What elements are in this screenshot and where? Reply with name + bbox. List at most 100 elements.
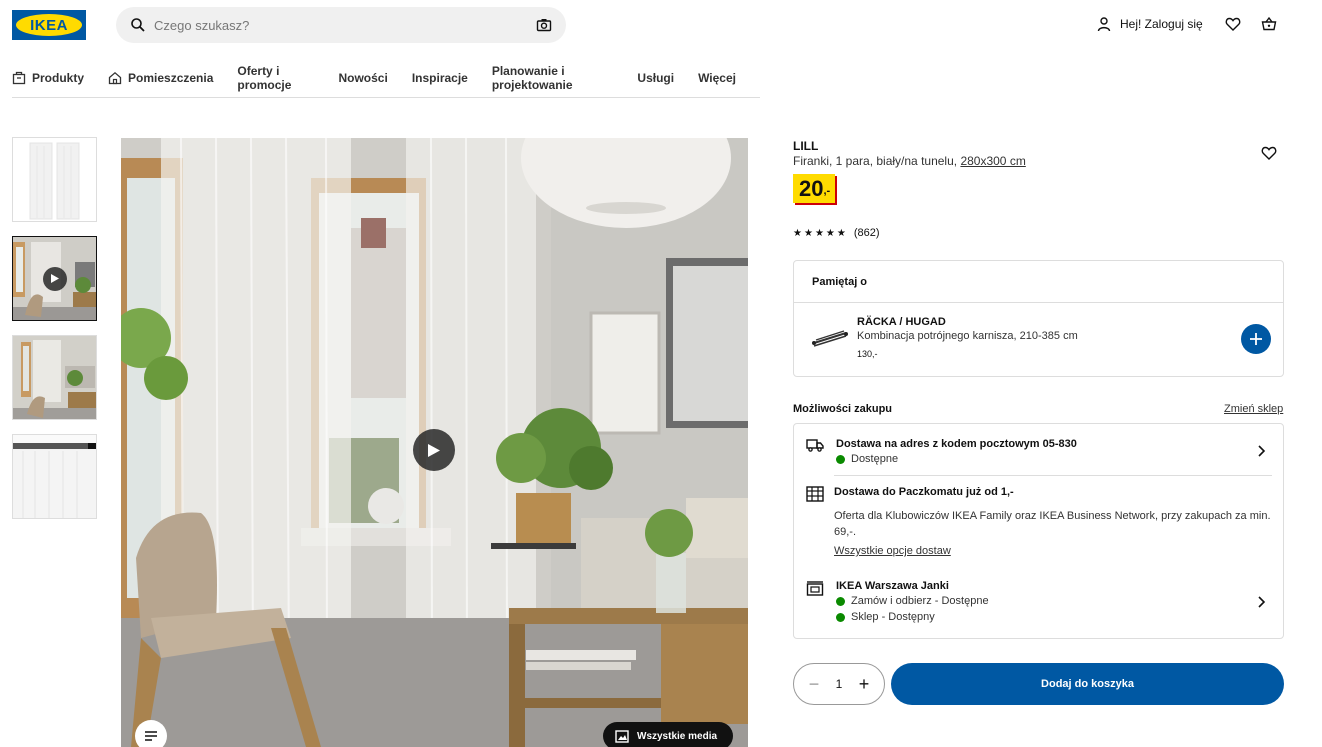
parcel-locker-icon [806, 486, 824, 502]
store-stock-status: Sklep - Dostępny [836, 611, 935, 623]
search-input[interactable] [154, 17, 536, 33]
cart-icon[interactable] [1261, 16, 1277, 32]
favourite-heart-icon[interactable] [1261, 145, 1277, 161]
nav-label: Usługi [637, 70, 675, 85]
quantity-stepper: − 1 + [793, 663, 885, 705]
price-decimal: ,- [823, 185, 831, 197]
main-nav: Produkty Pomieszczenia Oferty i promocje… [12, 64, 760, 100]
star-icon: ★ [803, 227, 813, 239]
add-recommended-button[interactable] [1241, 324, 1271, 354]
nav-item-wiecej[interactable]: Więcej [698, 71, 736, 93]
recommended-item-price: 130,- [857, 349, 878, 359]
room-thumbnail-image-2 [13, 336, 96, 419]
rating[interactable]: ★ ★ ★ ★ ★ (862) [793, 227, 880, 239]
play-icon [428, 443, 440, 457]
increase-quantity-button[interactable]: + [856, 674, 872, 695]
nav-label: Pomieszczenia [128, 70, 214, 85]
star-icon: ★ [793, 227, 802, 239]
decrease-quantity-button[interactable]: − [806, 674, 822, 695]
user-icon [1097, 17, 1111, 32]
nav-label: Więcej [698, 70, 736, 85]
heart-icon[interactable] [1225, 16, 1241, 32]
recommended-item-desc: Kombinacja potrójnego karnisza, 210-385 … [857, 330, 1078, 342]
thumbnail-detail[interactable] [12, 434, 97, 519]
truck-icon [806, 439, 824, 452]
nav-label: Inspiracje [411, 70, 468, 85]
logo-text: IKEA [30, 16, 68, 34]
parcel-locker-label: Dostawa do Paczkomatu już od 1,- [834, 486, 1014, 498]
play-icon-small [42, 266, 67, 291]
thumbnail-list [12, 137, 98, 533]
rating-count: (862) [853, 227, 880, 239]
nav-label: Produkty [32, 70, 85, 85]
divider [834, 475, 1272, 476]
thumbnail-room[interactable] [12, 335, 97, 420]
quantity-value[interactable]: 1 [836, 677, 843, 691]
available-dot [836, 454, 845, 464]
recommended-item-name[interactable]: RÄCKA / HUGAD [857, 316, 946, 328]
search-icon [131, 18, 145, 32]
nav-label: Nowości [338, 70, 388, 85]
parcel-locker-text: Oferta dla Klubowiczów IKEA Family oraz … [834, 510, 1271, 538]
nav-item-planowanie[interactable]: Planowanie i projektowanie [492, 64, 614, 100]
add-to-cart-label: Dodaj do koszyka [1041, 678, 1134, 690]
account-label: Hej! Zaloguj się [1120, 17, 1203, 31]
all-media-label: Wszystkie media [637, 730, 718, 742]
store-stock-status-text: Sklep - Dostępny [851, 611, 935, 623]
account-link[interactable]: Hej! Zaloguj się [1096, 16, 1203, 32]
product-desc-text: Firanki, 1 para, biały/na tunelu, [793, 154, 958, 168]
all-delivery-options-link[interactable]: Wszystkie opcje dostaw [834, 545, 951, 557]
product-description: Firanki, 1 para, biały/na tunelu, 280x30… [793, 154, 1026, 168]
plus-icon [1250, 333, 1262, 345]
click-collect-status-text: Zamów i odbierz - Dostępne [851, 595, 989, 607]
home-delivery-status-text: Dostępne [851, 453, 899, 465]
add-to-cart-button[interactable]: Dodaj do koszyka [891, 663, 1284, 705]
remember-title: Pamiętaj o [794, 261, 1283, 303]
box-icon [12, 71, 26, 84]
price-tag: 20 ,- [793, 174, 836, 203]
nav-label: Oferty i promocje [237, 63, 292, 92]
price-integer: 20 [799, 176, 824, 201]
chevron-right-icon[interactable] [1257, 596, 1267, 608]
purchase-options-title: Możliwości zakupu [793, 403, 893, 415]
home-delivery-status: Dostępne [836, 453, 898, 465]
curtain-rod-image[interactable] [812, 327, 848, 349]
click-collect-status: Zamów i odbierz - Dostępne [836, 595, 989, 607]
nav-item-pomieszczenia[interactable]: Pomieszczenia [108, 71, 213, 93]
image-info-button[interactable] [135, 720, 167, 747]
nav-item-inspiracje[interactable]: Inspiracje [412, 71, 468, 93]
curtain-thumbnail-image [13, 138, 96, 221]
nav-item-oferty[interactable]: Oferty i promocje [237, 64, 314, 100]
logo-oval: IKEA [16, 14, 82, 36]
product-size-link[interactable]: 280x300 cm [960, 154, 1025, 168]
nav-label: Planowanie i projektowanie [491, 63, 573, 92]
home-delivery-label[interactable]: Dostawa na adres z kodem pocztowym 05-83… [836, 438, 1077, 450]
change-store-link[interactable]: Zmień sklep [1224, 403, 1283, 415]
thumbnail-video[interactable] [12, 236, 97, 321]
nav-item-produkty[interactable]: Produkty [12, 71, 84, 93]
store-icon [806, 581, 824, 596]
chevron-right-icon[interactable] [1257, 445, 1267, 457]
curtain-detail-thumbnail-image [13, 435, 96, 518]
nav-item-uslugi[interactable]: Usługi [637, 71, 674, 93]
star-icon: ★ [825, 227, 835, 239]
available-dot [836, 596, 845, 606]
thumbnail-product[interactable] [12, 137, 97, 222]
house-icon [108, 71, 122, 84]
product-main-image[interactable]: Wszystkie media [121, 138, 748, 747]
play-video-button[interactable] [413, 429, 455, 471]
nav-item-nowosci[interactable]: Nowości [338, 71, 387, 93]
list-icon [145, 731, 157, 741]
gallery-icon [615, 729, 629, 743]
search-bar[interactable] [116, 7, 566, 43]
all-media-button[interactable]: Wszystkie media [603, 722, 734, 747]
star-icon: ★ [836, 227, 846, 239]
purchase-options-box: Dostawa na adres z kodem pocztowym 05-83… [793, 423, 1284, 639]
available-dot [836, 612, 845, 622]
store-label[interactable]: IKEA Warszawa Janki [836, 580, 949, 592]
star-icon: ★ [814, 227, 824, 239]
ikea-logo[interactable]: IKEA [12, 10, 86, 40]
product-name: LILL [793, 139, 819, 153]
remember-box: Pamiętaj o RÄCKA / HUGAD Kombinacja potr… [793, 260, 1284, 377]
camera-icon[interactable] [536, 17, 552, 33]
